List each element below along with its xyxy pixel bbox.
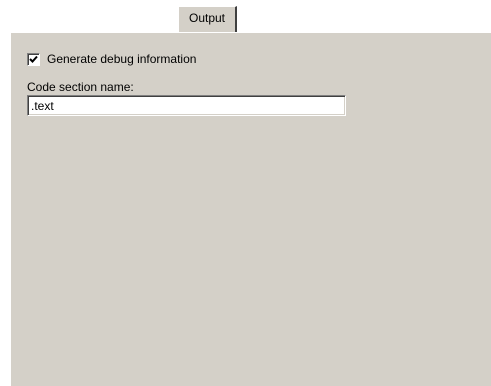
debug-info-label: Generate debug information (47, 52, 197, 66)
code-section-name-input[interactable] (27, 95, 346, 116)
code-section-name-label: Code section name: (27, 80, 134, 94)
debug-info-checkbox[interactable] (27, 52, 40, 66)
output-tab-panel: Generate debug information Code section … (10, 32, 491, 386)
checkmark-icon (29, 55, 38, 63)
tab-output-label: Output (188, 11, 226, 25)
debug-info-option[interactable]: Generate debug information (27, 51, 196, 67)
tab-output[interactable]: Output (178, 6, 237, 32)
